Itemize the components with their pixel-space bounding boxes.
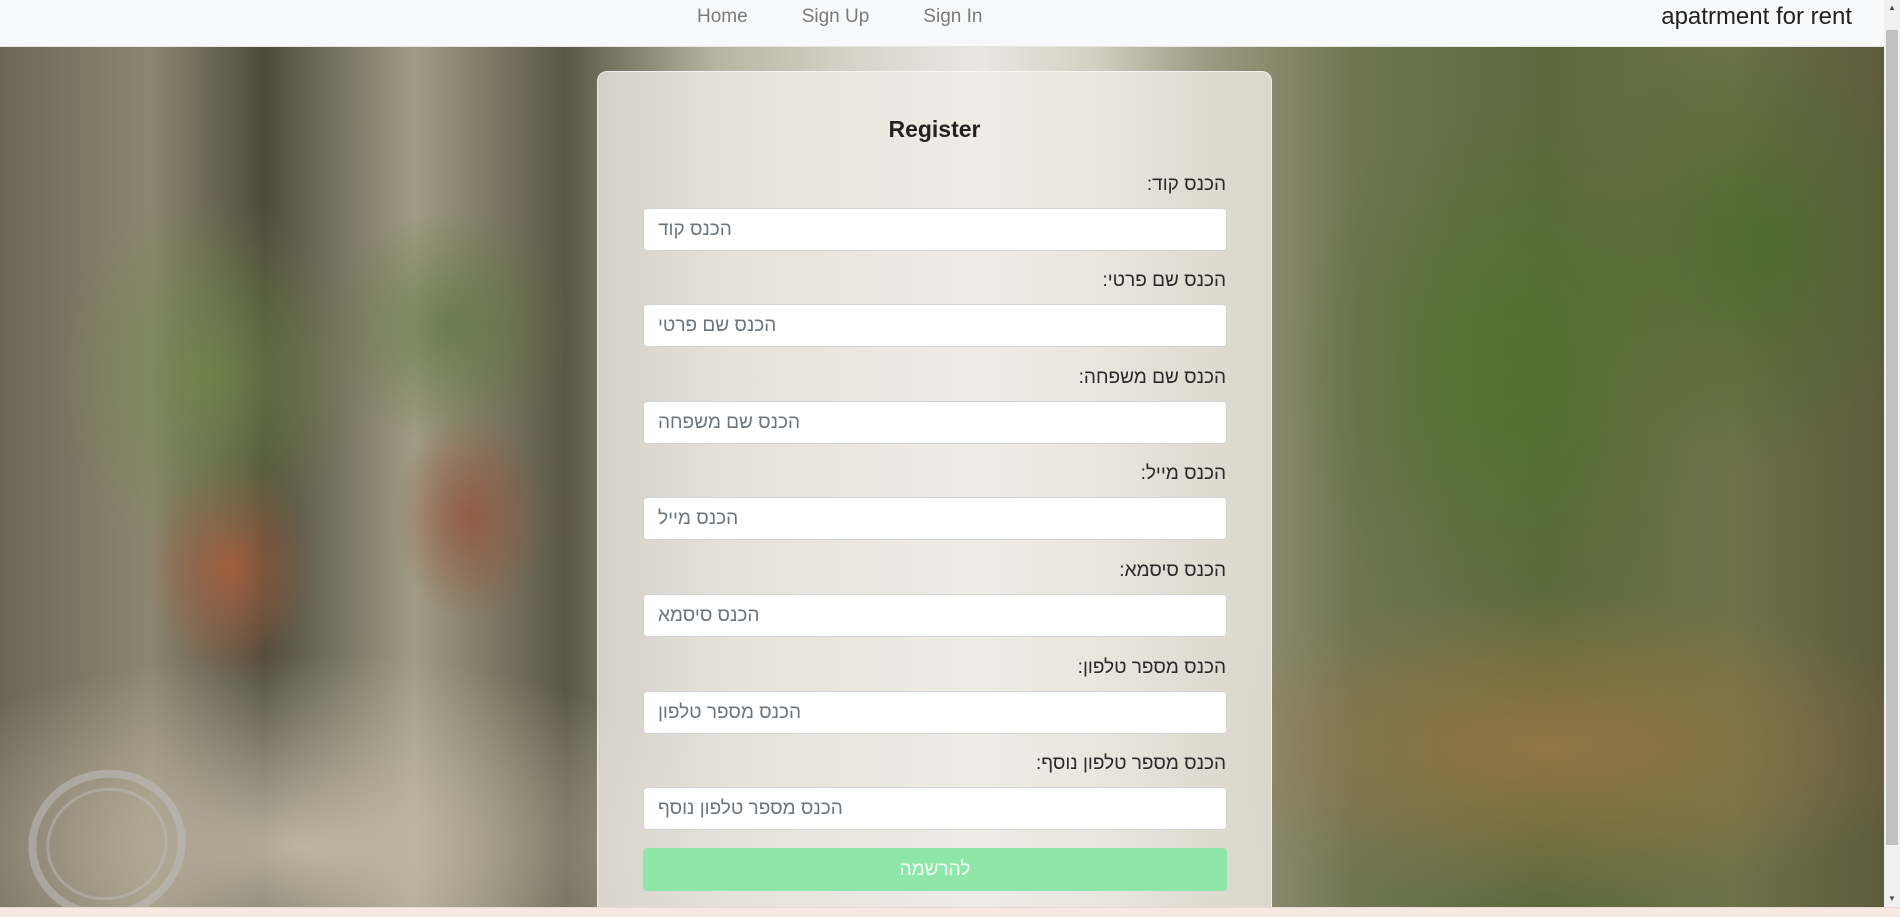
code-label: הכנס קוד:	[1146, 174, 1226, 195]
brand-title[interactable]: apatrment for rent	[1661, 0, 1852, 34]
scroll-down-arrow-icon[interactable]: ▼	[1884, 891, 1900, 907]
scroll-up-arrow-icon[interactable]: ▲	[1884, 0, 1900, 16]
register-submit-button[interactable]: להרשמה	[643, 848, 1227, 891]
password-input[interactable]	[643, 594, 1227, 637]
last-name-input[interactable]	[643, 401, 1227, 444]
nav-link-sign-up[interactable]: Sign Up	[775, 0, 897, 34]
netfree-watermark-logo	[12, 753, 202, 907]
nav-link-sign-in[interactable]: Sign In	[896, 0, 1009, 34]
register-title: Register	[888, 116, 981, 142]
top-navbar: Home Sign Up Sign In apatrment for rent	[0, 0, 1884, 47]
nav-link-home[interactable]: Home	[680, 0, 775, 34]
additional-phone-input[interactable]	[643, 787, 1227, 830]
register-card: Register הכנס קוד: הכנס שם פרטי: הכנס שם…	[597, 71, 1272, 917]
code-input[interactable]	[643, 208, 1227, 251]
nav-links: Home Sign Up Sign In	[680, 0, 1009, 34]
first-name-label: הכנס שם פרטי:	[1102, 270, 1226, 291]
last-name-label: הכנס שם משפחה:	[1078, 367, 1226, 388]
vertical-scrollbar[interactable]: ▲ ▼	[1884, 0, 1900, 907]
phone-label: הכנס מספר טלפון:	[1077, 657, 1226, 678]
email-input[interactable]	[643, 497, 1227, 540]
scroll-thumb[interactable]	[1886, 30, 1898, 845]
additional-phone-label: הכנס מספר טלפון נוסף:	[1035, 753, 1226, 774]
email-label: הכנס מייל:	[1140, 463, 1226, 484]
bottom-page-strip	[0, 907, 1900, 917]
password-label: הכנס סיסמא:	[1119, 560, 1226, 581]
phone-input[interactable]	[643, 691, 1227, 734]
first-name-input[interactable]	[643, 304, 1227, 347]
